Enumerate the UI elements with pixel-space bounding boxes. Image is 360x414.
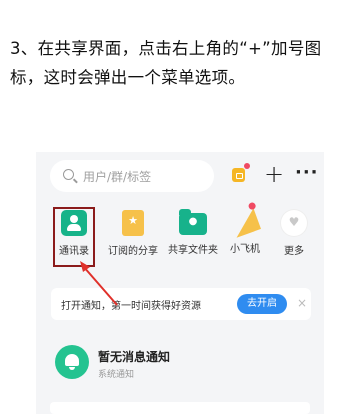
message-title: 暂无消息通知 [98,350,171,364]
bell-icon [55,345,89,379]
share-screen: 用户/群/标签 + ··· 通讯录 订阅的分享 共享文件夹 小飞机 更多 打开通… [36,152,324,414]
list-item-placeholder [50,402,310,414]
message-subtitle: 系统通知 [98,370,135,380]
message-item[interactable]: 暂无消息通知 系统通知 [50,340,310,392]
arrow-head [80,261,90,272]
arrow-line [82,265,118,306]
instruction-text: 3、在共享界面，点击右上角的“+”加号图标，这时会弹出一个菜单选项。 [10,39,322,87]
